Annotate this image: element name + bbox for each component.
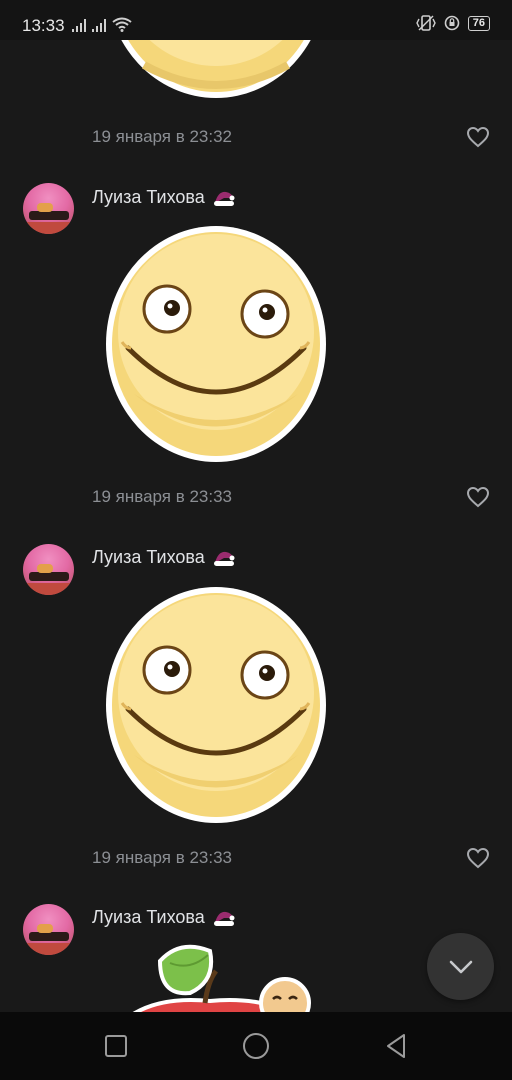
- recent-apps-icon: [105, 1035, 127, 1057]
- smiley-sticker[interactable]: [104, 585, 328, 825]
- home-icon: [243, 1033, 269, 1059]
- home-button[interactable]: [239, 1029, 273, 1063]
- rotation-lock-icon: [444, 15, 460, 31]
- smiley-sticker[interactable]: [104, 224, 328, 464]
- author-name[interactable]: Луиза Тихова: [92, 907, 236, 928]
- santa-hat-icon: [213, 552, 235, 567]
- message-timestamp: 19 января в 23:32: [92, 127, 233, 146]
- signal-icon: [72, 19, 86, 32]
- message-timestamp: 19 января в 23:33: [92, 848, 233, 867]
- message-feed[interactable]: 19 января в 23:32 Луиза Тихова 19 января…: [0, 0, 512, 1012]
- vibrate-icon: [415, 15, 436, 31]
- status-time: 13:33: [22, 16, 65, 35]
- santa-hat-icon: [213, 912, 235, 927]
- status-bar: 13:33 76: [0, 0, 512, 40]
- author-name[interactable]: Луиза Тихова: [92, 547, 236, 568]
- author-name[interactable]: Луиза Тихова: [92, 187, 236, 208]
- scroll-down-button[interactable]: [427, 933, 494, 1000]
- avatar[interactable]: [23, 904, 74, 955]
- navigation-bar: [0, 1012, 512, 1080]
- signal-icon: [92, 19, 106, 32]
- avatar[interactable]: [23, 544, 74, 595]
- santa-hat-icon: [213, 192, 235, 207]
- message-timestamp: 19 января в 23:33: [92, 487, 233, 506]
- battery-icon: 76: [467, 15, 490, 31]
- heart-icon[interactable]: [466, 126, 490, 148]
- back-button[interactable]: [379, 1029, 413, 1063]
- avatar[interactable]: [23, 183, 74, 234]
- back-icon: [387, 1034, 405, 1058]
- apple-sticker[interactable]: [120, 941, 320, 1012]
- recent-apps-button[interactable]: [99, 1029, 133, 1063]
- wifi-icon: [112, 17, 132, 32]
- chevron-down-icon: [449, 960, 472, 973]
- heart-icon[interactable]: [466, 486, 490, 508]
- heart-icon[interactable]: [466, 847, 490, 869]
